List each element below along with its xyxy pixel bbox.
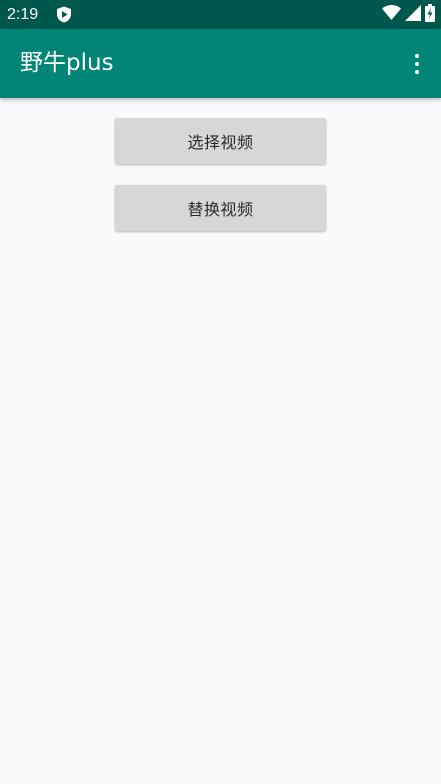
status-icons bbox=[382, 3, 435, 26]
cell-signal-icon bbox=[405, 4, 421, 25]
menu-dot bbox=[415, 70, 419, 74]
shield-play-icon bbox=[56, 6, 72, 23]
status-bar: 2:19 bbox=[0, 0, 441, 29]
select-video-button[interactable]: 选择视频 bbox=[115, 118, 326, 164]
menu-dot bbox=[415, 54, 419, 58]
wifi-icon bbox=[382, 4, 401, 24]
app-title: 野牛plus bbox=[20, 50, 114, 76]
more-vert-icon[interactable] bbox=[405, 51, 429, 77]
battery-charging-icon bbox=[425, 3, 435, 26]
replace-video-button[interactable]: 替换视频 bbox=[115, 185, 326, 231]
app-bar: 野牛plus bbox=[0, 29, 441, 98]
status-time: 2:19 bbox=[7, 6, 39, 23]
menu-dot bbox=[415, 62, 419, 66]
